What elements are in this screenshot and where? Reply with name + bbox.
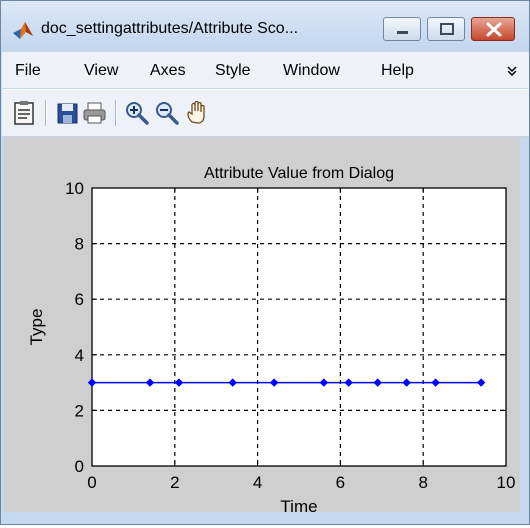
pan-hand-icon[interactable]: [184, 100, 210, 126]
x-tick-label: 2: [170, 473, 179, 492]
y-tick-label: 6: [75, 290, 84, 309]
save-icon[interactable]: [55, 100, 81, 126]
menu-axes[interactable]: Axes: [150, 62, 186, 80]
title-bar[interactable]: doc_settingattributes/Attribute Sco...: [1, 1, 529, 51]
chevron-double-down-icon[interactable]: [507, 66, 517, 76]
maximize-icon: [440, 23, 454, 35]
y-tick-label: 2: [75, 401, 84, 420]
menu-help[interactable]: Help: [381, 62, 414, 80]
menu-style[interactable]: Style: [215, 62, 251, 80]
figure-area: 0 2 4 6 8 10 0 2 4 6 8 10 Attribute Value from Dialo…: [4, 137, 526, 523]
y-tick-label: 8: [75, 235, 84, 254]
x-tick-label: 8: [418, 473, 427, 492]
chart-title: Attribute Value from Dialog: [204, 165, 394, 182]
minimize-button[interactable]: [383, 17, 421, 41]
menu-file[interactable]: File: [15, 62, 41, 80]
matlab-icon: [13, 22, 33, 39]
toolbar-separator: [45, 100, 47, 126]
menu-view[interactable]: View: [84, 62, 118, 80]
y-tick-label: 10: [65, 179, 84, 198]
chart[interactable]: 0 2 4 6 8 10 0 2 4 6 8 10 Attribute Value from Dialo…: [4, 137, 526, 523]
x-tick-label: 6: [336, 473, 345, 492]
close-button[interactable]: [471, 17, 515, 41]
minimize-icon: [397, 31, 408, 34]
zoom-in-icon[interactable]: [124, 100, 150, 126]
y-tick-label: 0: [75, 457, 84, 476]
print-icon[interactable]: [82, 100, 108, 126]
menu-window[interactable]: Window: [283, 62, 340, 80]
close-icon: [486, 22, 502, 37]
y-tick-label: 4: [75, 346, 84, 365]
window-title: doc_settingattributes/Attribute Sco...: [41, 20, 299, 37]
x-tick-label: 10: [497, 473, 516, 492]
x-tick-label: 0: [87, 473, 96, 492]
toolbar: [2, 89, 529, 137]
figure-window: doc_settingattributes/Attribute Sco... F…: [0, 0, 530, 525]
menu-bar: File View Axes Style Window Help: [2, 52, 529, 88]
zoom-out-icon[interactable]: [154, 100, 180, 126]
window-border-right: [520, 137, 528, 523]
x-tick-label: 4: [253, 473, 262, 492]
clipboard-icon[interactable]: [11, 100, 37, 126]
maximize-button[interactable]: [427, 17, 465, 41]
toolbar-separator: [115, 100, 117, 126]
window-border-bottom: [1, 512, 529, 524]
y-axis-label: Type: [27, 309, 46, 346]
plot-area: [92, 188, 506, 466]
